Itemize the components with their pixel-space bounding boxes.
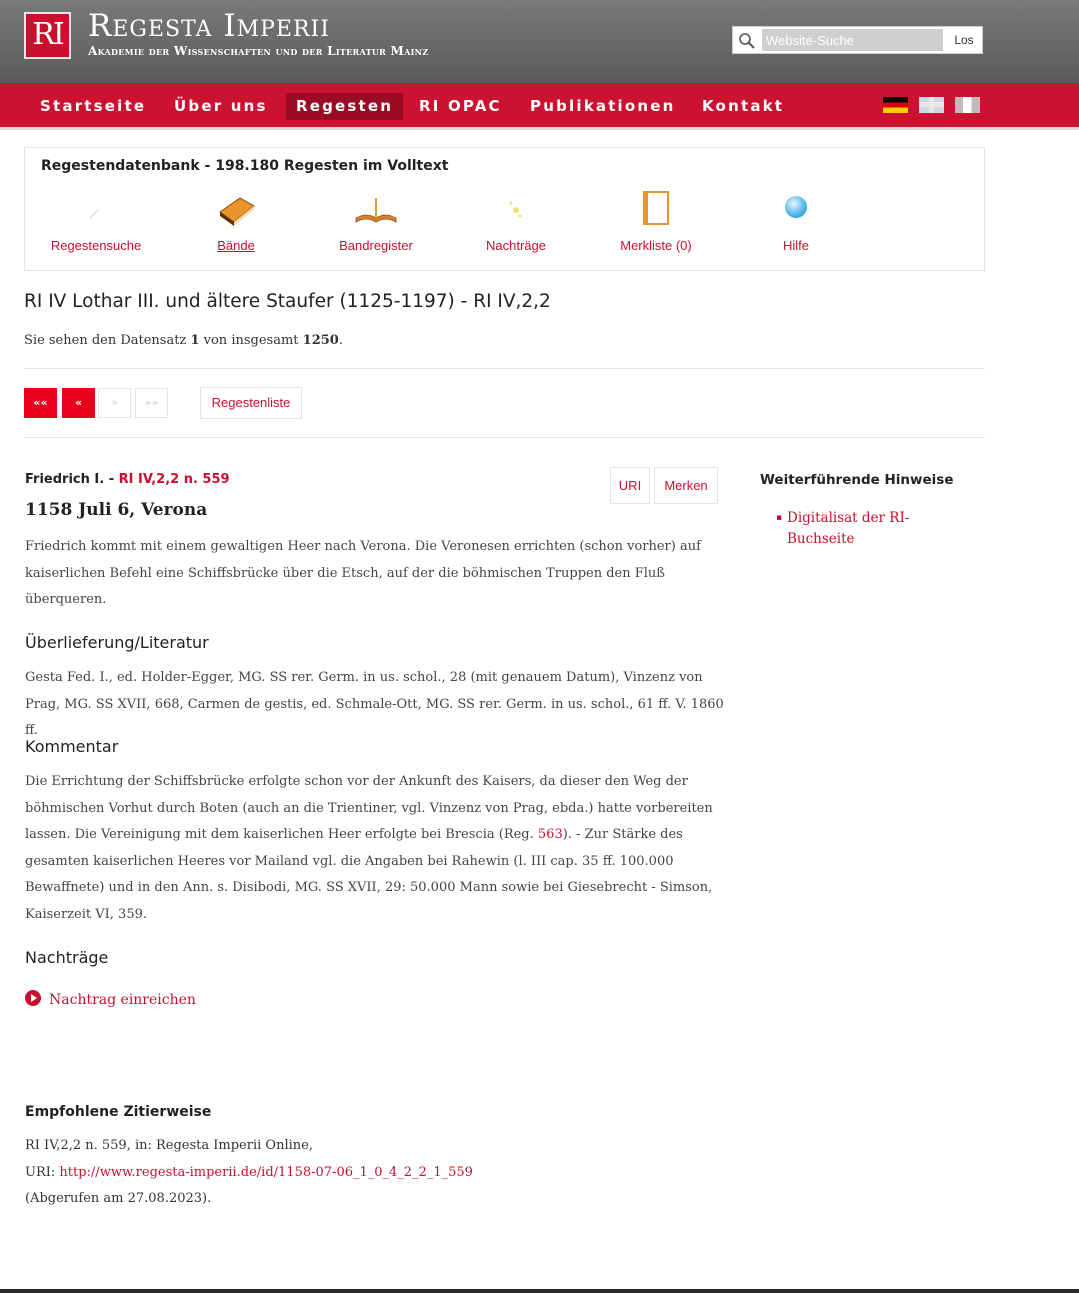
record-info-suffix: . [338,333,343,348]
pencil-icon [89,209,99,219]
regest-issuer: Friedrich I. - RI IV,2,2 n. 559 [25,472,230,487]
prev-page-button[interactable]: « [62,388,95,418]
nav-kontakt[interactable]: Kontakt [692,93,794,120]
sidebar-heading: Weiterführende Hinweise [760,472,954,488]
tool-label: Regestensuche [50,238,142,253]
book-icon [219,197,255,226]
nav-ueber-uns[interactable]: Über uns [164,93,278,120]
notepad-icon [643,191,669,225]
help-globe-icon [785,196,807,218]
nav-startseite[interactable]: Startseite [30,93,156,120]
tool-label: Merkliste (0) [620,238,692,253]
search-box: Los [732,26,983,54]
regest-list-button[interactable]: Regestenliste [200,387,302,419]
tradition-text: Gesta Fed. I., ed. Holder-Egger, MG. SS … [25,670,724,738]
database-toolbox: Regestendatenbank - 198.180 Regesten im … [24,147,985,271]
first-page-button[interactable]: «« [24,388,57,418]
tool-label: Nachträge [486,238,546,253]
regest-date-place: 1158 Juli 6, Verona [25,500,208,520]
citation-uri-label: URI: [25,1164,56,1180]
tool-label: Bandregister [339,238,413,253]
search-input[interactable] [762,29,943,51]
submit-addendum-link[interactable]: Nachtrag einreichen [25,990,196,1008]
search-icon [739,33,755,49]
nav-regesten[interactable]: Regesten [286,93,404,120]
record-current: 1 [190,333,200,348]
main-nav: Startseite Über uns Regesten RI OPAC Pub… [0,83,1079,130]
record-info-middle: von insgesamt [203,333,299,348]
tool-merkliste[interactable]: Merkliste (0) [586,188,726,253]
record-info: Sie sehen den Datensatz 1 von insgesamt … [24,333,343,348]
tool-baende[interactable]: Bände [166,188,306,253]
german-flag-icon[interactable] [883,97,908,113]
site-header: RI Regesta Imperii Akademie der Wissensc… [0,0,1079,83]
record-info-prefix: Sie sehen den Datensatz [24,333,187,348]
comment-heading: Kommentar [25,737,119,756]
addenda-heading: Nachträge [25,948,109,967]
nav-ri-opac[interactable]: RI OPAC [409,93,512,120]
italian-flag-icon[interactable] [955,97,980,113]
citation-block: RI IV,2,2 n. 559, in: Regesta Imperii On… [25,1133,473,1213]
ri-logo[interactable]: RI [24,12,71,59]
divider [24,437,985,438]
last-page-button[interactable]: »» [135,388,168,418]
regest-563-link[interactable]: 563 [538,827,563,842]
search-button[interactable]: Los [946,29,982,51]
issuer-name: Friedrich I. - [25,472,115,487]
citation-line: RI IV,2,2 n. 559, in: Regesta Imperii On… [25,1138,313,1153]
citation-heading: Empfohlene Zitierweise [25,1104,212,1120]
database-title: Regestendatenbank - 198.180 Regesten im … [41,158,449,174]
tool-hilfe[interactable]: Hilfe [726,188,866,253]
comment-text: Die Errichtung der Schiffsbrücke erfolgt… [25,769,715,928]
citation-uri-link[interactable]: http://www.regesta-imperii.de/id/1158-07… [59,1165,473,1180]
site-title[interactable]: Regesta Imperii [88,8,330,44]
regest-text: Friedrich kommt mit einem gewaltigen Hee… [25,539,701,607]
nav-publikationen[interactable]: Publikationen [520,93,686,120]
uri-button[interactable]: URI [610,467,650,504]
open-book-icon [355,198,397,223]
site-subtitle: Akademie der Wissenschaften und der Lite… [88,44,429,58]
tool-label: Bände [217,238,255,253]
tool-bandregister[interactable]: Bandregister [306,188,446,253]
tool-regestensuche[interactable]: Regestensuche [26,188,166,253]
citation-accessed: (Abgerufen am 27.08.2023). [25,1191,212,1206]
regest-reference-link[interactable]: RI IV,2,2 n. 559 [119,472,230,487]
play-circle-icon [25,990,41,1006]
volume-title: RI IV Lothar III. und ältere Staufer (11… [24,291,551,312]
footer-line [0,1289,1079,1293]
tradition-heading: Überlieferung/Literatur [25,633,209,652]
digitalisat-link[interactable]: Digitalisat der RI-Buchseite [776,508,926,550]
sparkle-icon [509,201,522,218]
merken-button[interactable]: Merken [654,467,718,504]
next-page-button[interactable]: » [98,388,131,418]
digitalisat-link-label: Digitalisat der RI-Buchseite [787,510,910,547]
tool-nachtraege[interactable]: Nachträge [446,188,586,253]
tool-label: Hilfe [782,238,809,253]
record-total: 1250 [302,333,339,348]
submit-addendum-label: Nachtrag einreichen [49,992,196,1008]
english-flag-icon[interactable] [919,97,944,113]
citation-uri-line: URI: http://www.regesta-imperii.de/id/11… [25,1160,473,1187]
divider [24,368,985,369]
